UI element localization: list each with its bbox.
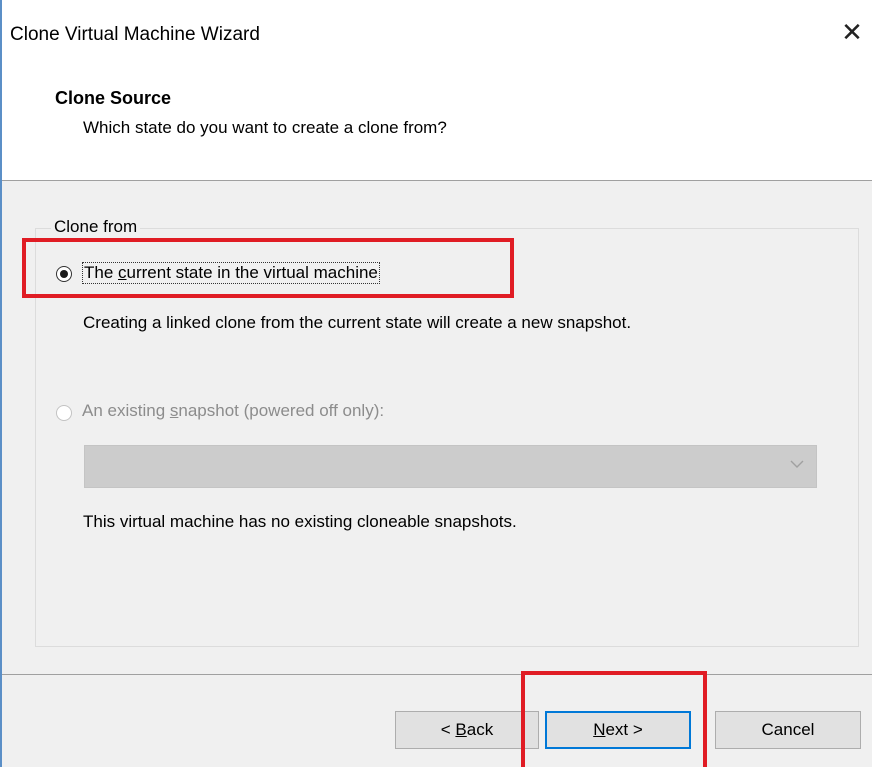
chevron-down-icon: [790, 460, 804, 468]
window-title: Clone Virtual Machine Wizard: [10, 24, 260, 45]
snapshot-description: This virtual machine has no existing clo…: [83, 512, 517, 531]
existing-snapshot-radio[interactable]: [56, 405, 72, 421]
close-icon[interactable]: ✕: [834, 12, 870, 52]
page-subtitle: Which state do you want to create a clon…: [83, 118, 447, 137]
page-title: Clone Source: [55, 88, 172, 108]
cancel-button[interactable]: Cancel: [715, 711, 861, 749]
current-state-description: Creating a linked clone from the current…: [83, 313, 632, 332]
back-button[interactable]: < Back: [395, 711, 539, 749]
highlight-box-current-state: [22, 238, 514, 298]
existing-snapshot-radio-label[interactable]: An existing snapshot (powered off only):: [82, 401, 384, 421]
highlight-box-next: [521, 671, 707, 767]
snapshot-select[interactable]: [84, 445, 817, 488]
groupbox-label: Clone from: [51, 217, 141, 237]
